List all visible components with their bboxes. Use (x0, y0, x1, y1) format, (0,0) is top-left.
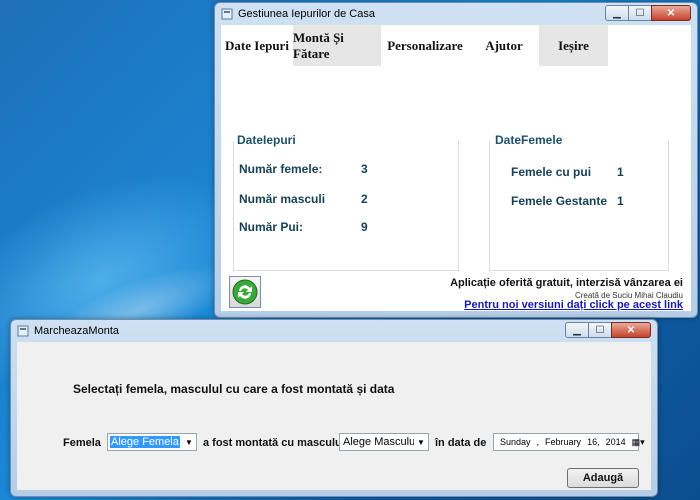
close-icon: ✕ (666, 7, 676, 19)
date-day: 16, (587, 437, 600, 447)
tab-ajutor[interactable]: Ajutor (469, 25, 539, 66)
tab-iesire[interactable]: Ieșire (539, 25, 608, 66)
main-window: Gestiunea Iepurilor de Casa ▁ ☐ ✕ Date I… (214, 2, 698, 318)
date-separator: , (536, 437, 540, 447)
mascul-select[interactable]: Alege Masculul ▼ (339, 433, 429, 451)
dialog-maximize-button[interactable]: ☐ (588, 322, 612, 338)
femela-select-value: Alege Femela (110, 436, 180, 448)
femela-select[interactable]: Alege Femela ▼ (107, 433, 197, 451)
chevron-down-icon: ▼ (185, 437, 193, 447)
mascul-label: a fost montată cu masculul (203, 437, 345, 449)
stat-numar-masculi: Număr masculi 2 (239, 192, 368, 206)
group-date-femele-title: DateFemele (495, 133, 565, 147)
group-date-iepuri (233, 141, 459, 271)
calendar-icon[interactable]: ▦▾ (632, 437, 645, 448)
new-versions-link[interactable]: Pentru noi versiuni dați click pe acest … (464, 299, 683, 311)
main-window-title: Gestiunea Iepurilor de Casa (238, 8, 375, 20)
dialog-titlebar[interactable]: MarcheazaMonta ▁ ☐ ✕ (11, 320, 657, 342)
main-titlebar[interactable]: Gestiunea Iepurilor de Casa ▁ ☐ ✕ (215, 3, 697, 25)
close-icon: ✕ (626, 324, 636, 336)
refresh-button[interactable] (229, 276, 261, 308)
date-weekday: Sunday (500, 437, 531, 447)
minimize-icon: ▁ (613, 7, 621, 19)
stat-femele-cu-pui: Femele cu pui 1 (511, 165, 624, 179)
refresh-icon (232, 279, 258, 305)
add-button[interactable]: Adaugă (567, 468, 639, 488)
date-month: February (545, 437, 582, 447)
dialog-app-icon (17, 325, 29, 337)
close-button[interactable]: ✕ (651, 5, 691, 21)
date-label: în data de (435, 437, 487, 449)
tab-date-iepuri[interactable]: Date Iepuri (221, 25, 293, 66)
app-icon (221, 8, 233, 20)
minimize-button[interactable]: ▁ (605, 5, 629, 21)
maximize-icon: ☐ (595, 324, 605, 336)
dialog-minimize-button[interactable]: ▁ (565, 322, 589, 338)
mascul-select-value: Alege Masculul (343, 436, 414, 448)
main-client-area: Date Iepuri Montă Și Fătare Personalizar… (221, 25, 691, 311)
tab-personalizare[interactable]: Personalizare (381, 25, 469, 66)
stat-numar-femele: Număr femele: 3 (239, 162, 368, 176)
menu-bar: Date Iepuri Montă Și Fătare Personalizar… (221, 25, 691, 66)
maximize-icon: ☐ (635, 7, 645, 19)
group-date-iepuri-title: DateIepuri (237, 133, 298, 147)
promo-text: Aplicație oferită gratuit, interzisă vân… (450, 277, 683, 289)
dialog-close-button[interactable]: ✕ (611, 322, 651, 338)
dialog-client-area: Selectați femela, masculul cu care a fos… (17, 342, 651, 490)
dialog-title: MarcheazaMonta (34, 325, 119, 337)
stat-femele-gestante: Femele Gestante 1 (511, 194, 624, 208)
minimize-icon: ▁ (573, 324, 581, 336)
maximize-button[interactable]: ☐ (628, 5, 652, 21)
dialog-prompt: Selectați femela, masculul cu care a fos… (73, 382, 395, 396)
marcheaza-monta-dialog: MarcheazaMonta ▁ ☐ ✕ Selectați femela, m… (10, 319, 658, 497)
chevron-down-icon: ▼ (417, 437, 425, 447)
femela-label: Femela (63, 437, 101, 449)
stat-numar-pui: Număr Pui: 9 (239, 220, 368, 234)
date-picker[interactable]: Sunday , February 16, 2014 ▦▾ (493, 433, 645, 451)
tab-monta-fatare[interactable]: Montă Și Fătare (293, 25, 381, 66)
date-year: 2014 (605, 437, 626, 447)
